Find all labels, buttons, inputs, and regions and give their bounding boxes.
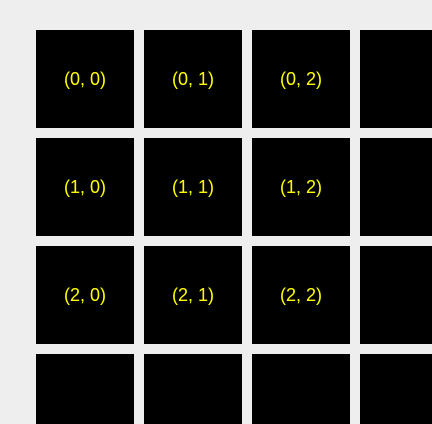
grid-cell-0-2[interactable]: (0, 2): [252, 30, 350, 128]
grid-cell-3-0[interactable]: [36, 354, 134, 424]
grid-cell-1-3[interactable]: [360, 138, 432, 236]
grid-cell-2-2[interactable]: (2, 2): [252, 246, 350, 344]
grid-cell-1-0[interactable]: (1, 0): [36, 138, 134, 236]
cell-label: (0, 2): [279, 68, 322, 89]
grid-cell-0-3[interactable]: [360, 30, 432, 128]
grid-cell-2-0[interactable]: (2, 0): [36, 246, 134, 344]
grid-cell-3-2[interactable]: [252, 354, 350, 424]
grid-cell-0-1[interactable]: (0, 1): [144, 30, 242, 128]
cell-label: (0, 1): [171, 68, 214, 89]
grid-cell-0-0[interactable]: (0, 0): [36, 30, 134, 128]
grid-cell-3-3[interactable]: [360, 354, 432, 424]
cell-label: (0, 0): [63, 68, 106, 89]
grid-cell-2-3[interactable]: [360, 246, 432, 344]
cell-label: (2, 2): [279, 284, 322, 305]
grid-cell-1-2[interactable]: (1, 2): [252, 138, 350, 236]
cell-label: (1, 1): [171, 176, 214, 197]
grid-cell-2-1[interactable]: (2, 1): [144, 246, 242, 344]
cell-label: (1, 2): [279, 176, 322, 197]
cell-label: (1, 0): [63, 176, 106, 197]
cell-label: (2, 0): [63, 284, 106, 305]
grid-cell-1-1[interactable]: (1, 1): [144, 138, 242, 236]
grid-cell-3-1[interactable]: [144, 354, 242, 424]
cell-label: (2, 1): [171, 284, 214, 305]
